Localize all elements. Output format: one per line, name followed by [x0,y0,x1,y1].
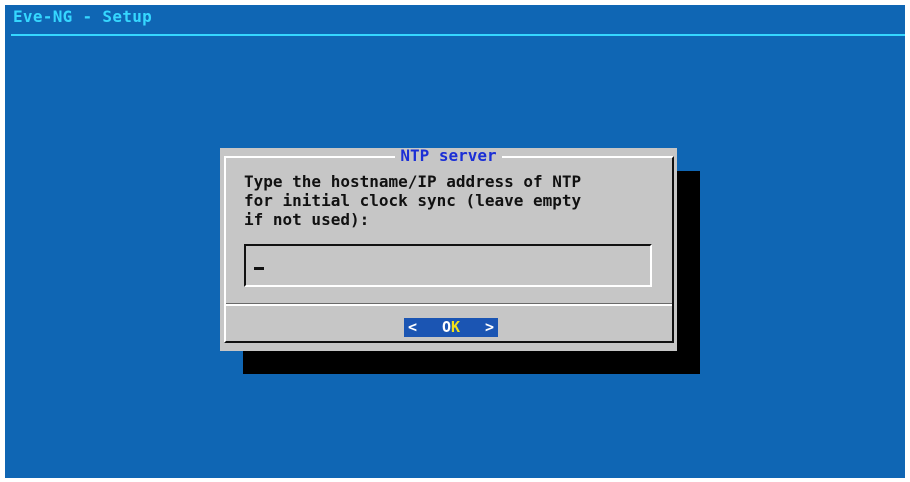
ok-button-label: OK [442,318,460,337]
dialog-title: NTP server [395,148,502,164]
ntp-server-dialog: NTP server Type the hostname/IP address … [220,148,677,351]
backtitle-rule [11,34,905,36]
ok-button[interactable]: < OK > [404,318,498,337]
button-divider [226,303,672,306]
ok-button-hotkey: K [451,318,461,336]
text-cursor [254,267,264,270]
backtitle: Eve-NG - Setup [13,7,153,26]
ok-button-right-arrow: > [484,318,494,336]
dialog-prompt: Type the hostname/IP address of NTP for … [244,172,582,229]
setup-screen: Eve-NG - Setup NTP server Type the hostn… [5,5,905,478]
ntp-server-input[interactable] [244,244,652,287]
ok-button-left-arrow: < [408,318,418,336]
dialog-title-bar: NTP server [220,148,677,164]
ok-button-label-main: O [441,318,451,336]
